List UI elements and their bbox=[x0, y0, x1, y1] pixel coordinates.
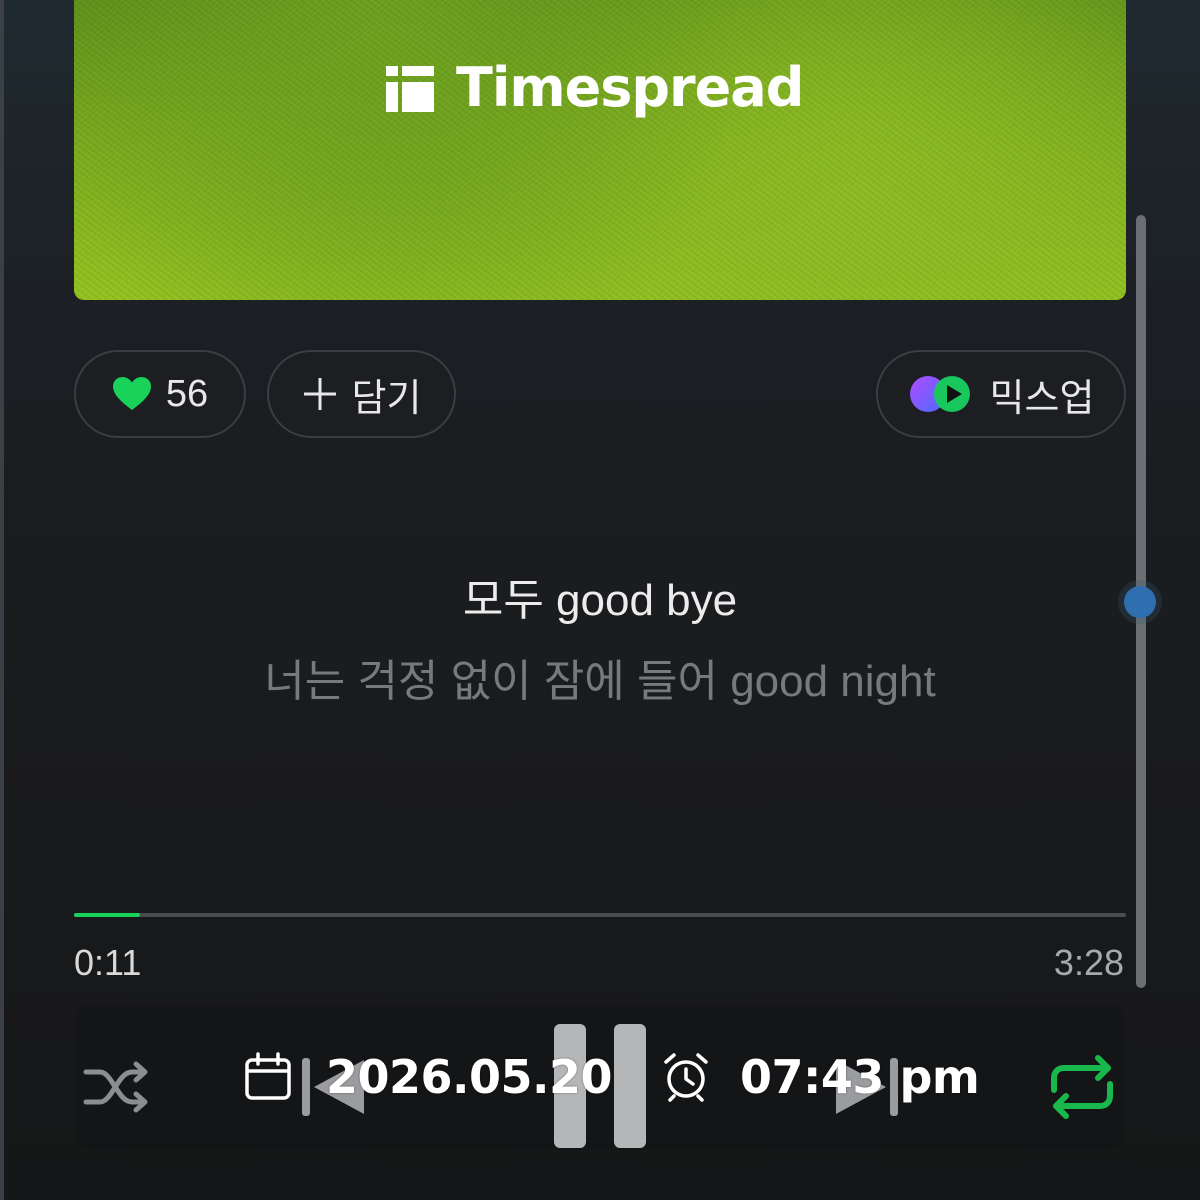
date-stamp: 2026.05.20 bbox=[244, 1050, 613, 1104]
lyric-next-line[interactable]: 너는 걱정 없이 잠에 들어 good night bbox=[0, 645, 1200, 709]
alarm-clock-icon bbox=[664, 1053, 708, 1102]
current-time: 0:11 bbox=[74, 942, 142, 983]
add-to-playlist-button[interactable]: 담기 bbox=[267, 350, 456, 438]
brand-logo-icon bbox=[384, 62, 436, 114]
repeat-icon[interactable] bbox=[1046, 1054, 1118, 1120]
progress-bar[interactable] bbox=[74, 913, 1126, 917]
mixup-icon bbox=[909, 376, 970, 412]
like-button[interactable]: 56 bbox=[74, 350, 246, 438]
time-text: 07:43 pm bbox=[740, 1050, 980, 1104]
progress-fill bbox=[74, 913, 141, 917]
total-time: 3:28 bbox=[1053, 942, 1124, 983]
date-text: 2026.05.20 bbox=[326, 1050, 613, 1104]
plus-icon bbox=[303, 378, 336, 410]
calendar-icon bbox=[245, 1052, 291, 1100]
brand-watermark: Timespread bbox=[384, 56, 804, 119]
album-art bbox=[74, 0, 1126, 300]
heart-icon bbox=[112, 377, 151, 410]
brand-name: Timespread bbox=[456, 56, 804, 119]
lyric-current-line[interactable]: 모두 good bye bbox=[0, 564, 1200, 628]
add-label: 담기 bbox=[351, 377, 422, 420]
like-count: 56 bbox=[165, 372, 209, 415]
time-stamp: 07:43 pm bbox=[662, 1050, 980, 1104]
mixup-button[interactable]: 믹스업 bbox=[876, 350, 1126, 438]
shuffle-icon[interactable] bbox=[82, 1058, 152, 1116]
mixup-label: 믹스업 bbox=[989, 377, 1095, 420]
scrollbar-thumb[interactable] bbox=[1124, 586, 1156, 618]
